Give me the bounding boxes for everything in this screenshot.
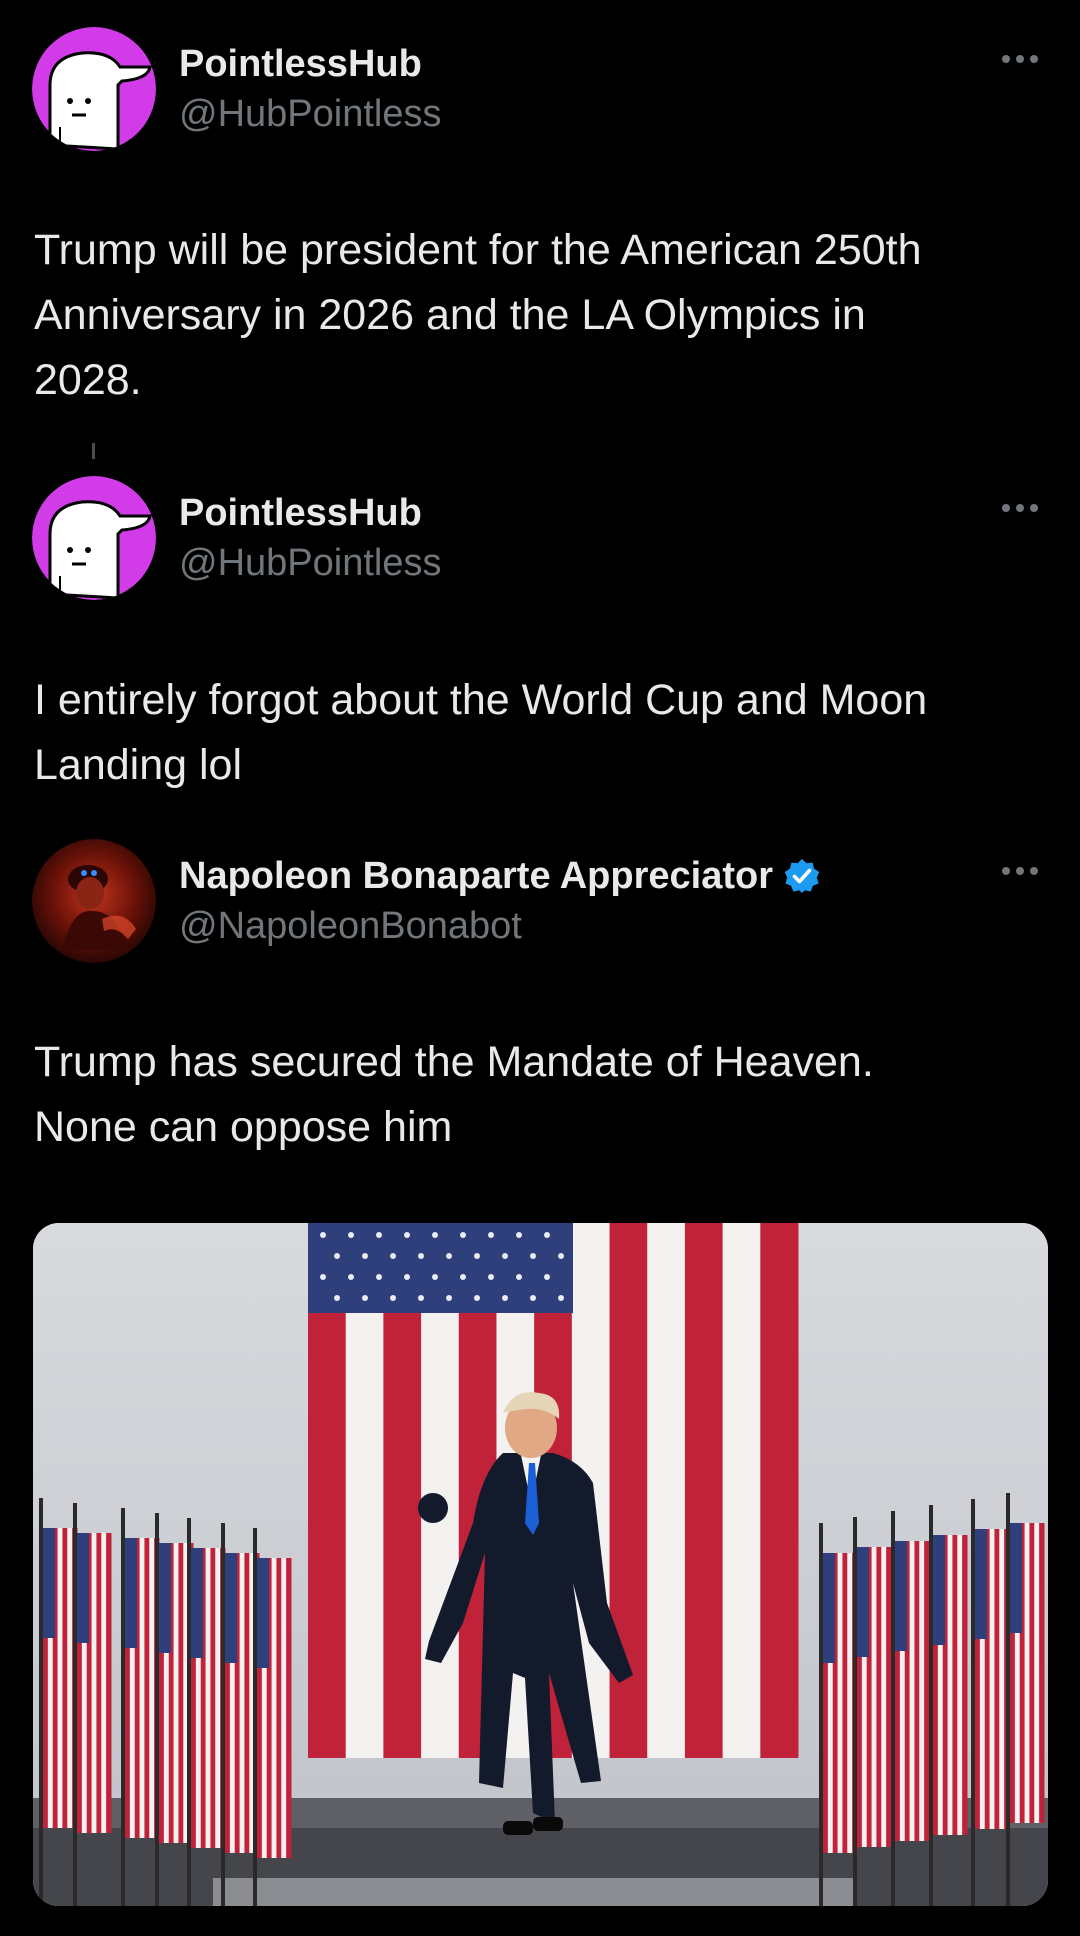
handle[interactable]: @HubPointless (179, 542, 441, 585)
more-options-icon[interactable] (998, 49, 1042, 69)
post-text-line: Anniversary in 2026 and the LA Olympics … (34, 291, 866, 339)
post-2-text: I entirely forgot about the World Cup an… (34, 668, 1044, 798)
thread-connector-line (92, 443, 95, 459)
name-row: PointlessHub (179, 41, 422, 87)
cartoon-face-cap-avatar-icon (32, 476, 156, 600)
display-name[interactable]: Napoleon Bonaparte Appreciator (179, 855, 773, 898)
more-options-icon[interactable] (998, 498, 1042, 518)
post-3-text: Trump has secured the Mandate of Heaven.… (34, 1030, 1044, 1160)
verified-badge-icon (784, 859, 820, 893)
name-row: PointlessHub (179, 490, 422, 536)
handle[interactable]: @NapoleonBonabot (179, 905, 522, 948)
post-text-line: Landing lol (34, 741, 243, 789)
handle[interactable]: @HubPointless (179, 93, 441, 136)
post-text-line: I entirely forgot about the World Cup an… (34, 676, 928, 724)
post-text-line: 2028. (34, 356, 142, 404)
post-text-line: None can oppose him (34, 1103, 453, 1151)
post-text-line: Trump has secured the Mandate of Heaven. (34, 1038, 874, 1086)
cartoon-face-cap-avatar-icon (32, 27, 156, 151)
post-media-photo[interactable] (33, 1223, 1048, 1906)
avatar-pointlesshub[interactable] (32, 27, 156, 151)
post-1-text: Trump will be president for the American… (34, 218, 1044, 413)
flag-rally-photo-icon (33, 1223, 1048, 1906)
avatar-napoleon[interactable] (32, 839, 156, 963)
display-name[interactable]: PointlessHub (179, 492, 422, 535)
post-1-header: PointlessHub @HubPointless (32, 27, 1048, 153)
red-dark-portrait-avatar-icon (32, 839, 156, 963)
name-row: Napoleon Bonaparte Appreciator (179, 853, 821, 899)
display-name[interactable]: PointlessHub (179, 43, 422, 86)
more-options-icon[interactable] (998, 861, 1042, 881)
post-3-header: Napoleon Bonaparte Appreciator @Napoleon… (32, 839, 1048, 965)
avatar-pointlesshub[interactable] (32, 476, 156, 600)
post-2-header: PointlessHub @HubPointless (32, 476, 1048, 602)
post-text-line: Trump will be president for the American… (34, 226, 922, 274)
